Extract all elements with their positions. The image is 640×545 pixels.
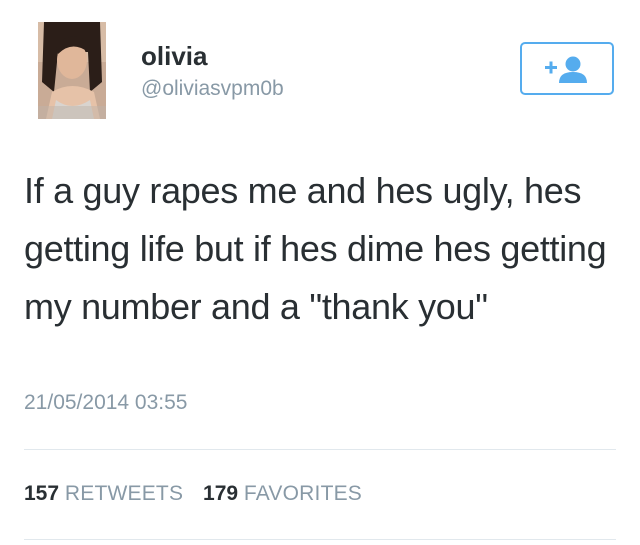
timestamp[interactable]: 21/05/2014 03:55	[24, 389, 188, 417]
favorites-count: 179	[203, 482, 239, 505]
display-name[interactable]: olivia	[141, 41, 207, 71]
follow-button[interactable]	[520, 42, 614, 95]
add-user-icon	[545, 56, 587, 83]
retweets-label: RETWEETS	[64, 482, 184, 505]
retweets-stat[interactable]: 157 RETWEETS	[24, 480, 183, 508]
divider	[24, 449, 616, 450]
favorites-label: FAVORITES	[243, 482, 363, 505]
divider	[24, 539, 616, 540]
profile-photo-icon	[38, 22, 106, 119]
username[interactable]: @oliviasvpm0b	[141, 76, 284, 102]
tweet-text: If a guy rapes me and hes ugly, hes gett…	[24, 170, 607, 327]
avatar[interactable]	[38, 22, 106, 119]
tweet-stats: 157 RETWEETS 179 FAVORITES	[24, 480, 376, 508]
favorites-stat[interactable]: 179 FAVORITES	[203, 480, 362, 508]
retweets-count: 157	[24, 482, 60, 505]
